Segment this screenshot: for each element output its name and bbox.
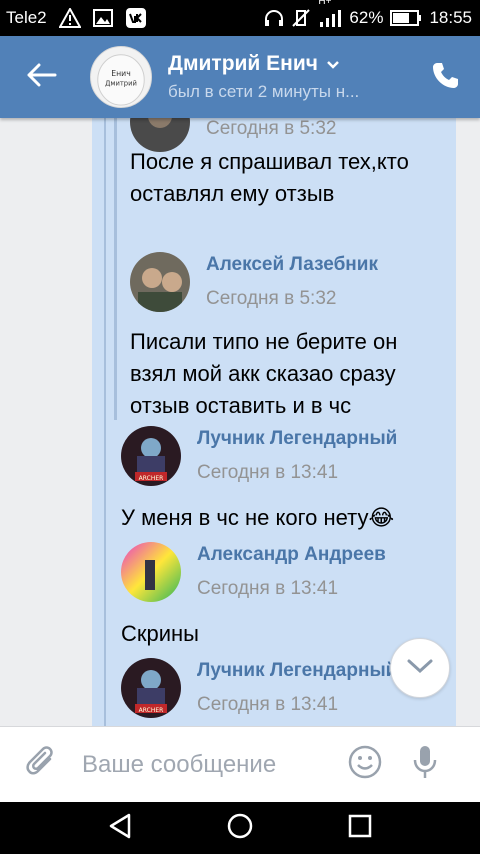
avatar: ARCHER (121, 658, 181, 718)
forwarded-author: Алексей Лазебник Сегодня в 5:32 (130, 252, 378, 312)
author-name[interactable]: Лучник Легендарный (197, 428, 397, 450)
status-bar: Tele2 H+ 62% 18:55 (0, 0, 480, 36)
message-time: Сегодня в 13:41 (197, 462, 339, 483)
gallery-icon (92, 9, 113, 27)
message-text: Писали типо не берите он взял мой акк ск… (130, 329, 398, 418)
laugh-emoji-icon: 😂 (368, 506, 395, 531)
phone-icon (431, 61, 459, 94)
voice-message-button[interactable] (390, 727, 460, 803)
contact-info[interactable]: Дмитрий Енич был в сети 2 минуты н... (168, 52, 408, 102)
smiley-icon (348, 745, 382, 784)
chevron-down-icon (326, 52, 340, 76)
contact-status: был в сети 2 минуты н... (168, 82, 360, 101)
vibrate-off-icon (291, 8, 311, 28)
paperclip-icon (26, 745, 56, 784)
message-time: Сегодня в 13:41 (197, 578, 339, 599)
forwarded-author: ARCHER Лучник Легендарный Сегодня в 13:4… (121, 658, 397, 718)
message-text: После я спрашивал тех,кто оставлял ему о… (130, 149, 409, 206)
forward-line-outer (104, 118, 106, 726)
avatar: ARCHER (121, 426, 181, 486)
author-name[interactable]: Лучник Легендарный (197, 660, 397, 682)
battery-icon (390, 10, 422, 26)
message-text: У меня в чс не кого нету😂 (121, 502, 441, 535)
message-text: Скрины (121, 621, 199, 646)
nav-recents-button[interactable] (335, 802, 385, 854)
author-name[interactable]: Александр Андреев (197, 544, 386, 566)
message-time: Сегодня в 5:32 (206, 118, 337, 139)
message-composer (0, 726, 480, 802)
avatar (130, 252, 190, 312)
network-type-label: H+ (318, 0, 332, 7)
warning-icon (58, 8, 81, 28)
chevron-down-icon (406, 658, 434, 679)
clock: 18:55 (429, 8, 472, 27)
forward-line-inner (114, 118, 117, 420)
signal-icon: H+ (318, 0, 342, 28)
vk-notification-icon (125, 7, 147, 29)
emoji-button[interactable] (340, 727, 390, 803)
nav-back-button[interactable] (95, 802, 145, 854)
author-name[interactable]: Алексей Лазебник (206, 254, 378, 276)
avatar (121, 542, 181, 602)
chat-header: Енич Дмитрий Дмитрий Енич был в сети 2 м… (0, 36, 480, 118)
android-nav-bar (0, 802, 480, 854)
microphone-icon (412, 744, 438, 785)
arrow-left-icon (27, 63, 57, 92)
forwarded-author: ARCHER Лучник Легендарный Сегодня в 13:4… (121, 426, 397, 486)
circle-home-icon (226, 812, 254, 845)
call-button[interactable] (410, 36, 480, 118)
contact-name: Дмитрий Енич (168, 52, 318, 75)
avatar-text-line2: Дмитрий (105, 80, 137, 88)
message-text-body: У меня в чс не кого нету (121, 505, 369, 530)
attach-button[interactable] (0, 727, 82, 803)
message-list[interactable]: Сегодня в 5:32 После я спрашивал тех,кто… (0, 118, 480, 726)
message-time: Сегодня в 5:32 (206, 288, 337, 309)
square-recents-icon (348, 814, 372, 843)
back-button[interactable] (0, 36, 84, 118)
battery-percent: 62% (349, 8, 384, 27)
scroll-down-button[interactable] (390, 638, 450, 698)
avatar-text-line1: Енич (111, 69, 131, 78)
contact-avatar[interactable]: Енич Дмитрий (90, 46, 152, 108)
triangle-back-icon (108, 813, 132, 844)
avatar-badge: ARCHER (139, 707, 164, 714)
nav-home-button[interactable] (215, 802, 265, 854)
avatar-badge: ARCHER (139, 475, 164, 482)
message-input[interactable] (82, 750, 332, 779)
headphones-icon (264, 9, 284, 27)
carrier-label: Tele2 (6, 8, 47, 27)
forwarded-author: Александр Андреев Сегодня в 13:41 (121, 542, 386, 602)
message-time: Сегодня в 13:41 (197, 694, 339, 715)
